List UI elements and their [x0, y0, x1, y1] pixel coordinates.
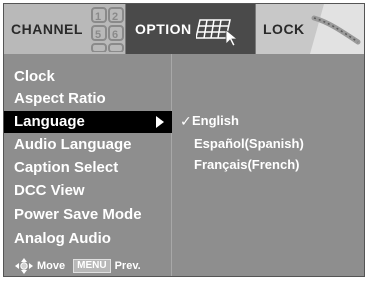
language-option-label: Français(French) — [194, 157, 300, 172]
language-option-english[interactable]: ✓ English — [180, 111, 239, 131]
tab-channel-label: CHANNEL — [11, 21, 83, 37]
language-option-spanish[interactable]: Español(Spanish) — [194, 134, 304, 154]
language-option-label: English — [192, 113, 239, 128]
menu-item-label: Aspect Ratio — [14, 90, 106, 107]
right-arrow-icon — [156, 116, 164, 128]
menu-item-audio-language[interactable]: Audio Language — [4, 134, 172, 156]
tab-option-label: OPTION — [135, 21, 192, 37]
osd-menu-frame: CHANNEL 1 2 5 6 OPTION LOCK Clock Aspect… — [3, 3, 365, 277]
svg-text:6: 6 — [112, 29, 119, 41]
menu-item-label: Clock — [14, 68, 55, 85]
menu-item-label: Language — [14, 113, 85, 130]
menu-item-label: DCC View — [14, 182, 85, 199]
svg-text:5: 5 — [95, 29, 102, 41]
menu-item-dcc-view[interactable]: DCC View — [4, 180, 172, 202]
menu-item-caption-select[interactable]: Caption Select — [4, 157, 172, 179]
footer-prev-label: Prev. — [114, 260, 141, 272]
keyboard-icon — [196, 19, 239, 46]
tab-lock-label: LOCK — [263, 21, 305, 37]
tab-option[interactable]: OPTION — [126, 4, 256, 54]
language-options-panel: ✓ English Español(Spanish) Français(Fren… — [172, 54, 364, 276]
menu-item-label: Caption Select — [14, 159, 119, 176]
menu-item-language[interactable]: Language — [4, 111, 172, 133]
language-option-label: Español(Spanish) — [194, 136, 304, 151]
svg-text:2: 2 — [112, 11, 119, 23]
tab-bar: CHANNEL 1 2 5 6 OPTION LOCK — [4, 4, 364, 54]
tab-channel[interactable]: CHANNEL 1 2 5 6 — [4, 4, 126, 54]
menu-item-label: Audio Language — [14, 136, 132, 153]
menu-sidebar: Clock Aspect Ratio Language Audio Langua… — [4, 54, 172, 276]
menu-item-clock[interactable]: Clock — [4, 66, 172, 88]
menu-item-aspect-ratio[interactable]: Aspect Ratio — [4, 88, 172, 110]
tab-lock[interactable]: LOCK — [256, 4, 364, 54]
menu-item-label: Power Save Mode — [14, 206, 142, 223]
menu-item-analog-audio[interactable]: Analog Audio — [4, 228, 172, 250]
remote-keypad-icon: 1 2 5 6 — [91, 7, 124, 52]
navigation-pad-icon — [15, 258, 33, 274]
svg-text:1: 1 — [95, 11, 102, 23]
language-option-french[interactable]: Français(French) — [194, 155, 299, 175]
footer-hint: Move MENU Prev. — [4, 256, 172, 276]
menu-item-power-save-mode[interactable]: Power Save Mode — [4, 204, 172, 226]
menu-item-label: Analog Audio — [14, 230, 111, 247]
menu-key-badge: MENU — [73, 259, 111, 273]
check-icon: ✓ — [180, 113, 192, 129]
lock-icon — [310, 4, 364, 54]
footer-move-label: Move — [37, 260, 66, 272]
